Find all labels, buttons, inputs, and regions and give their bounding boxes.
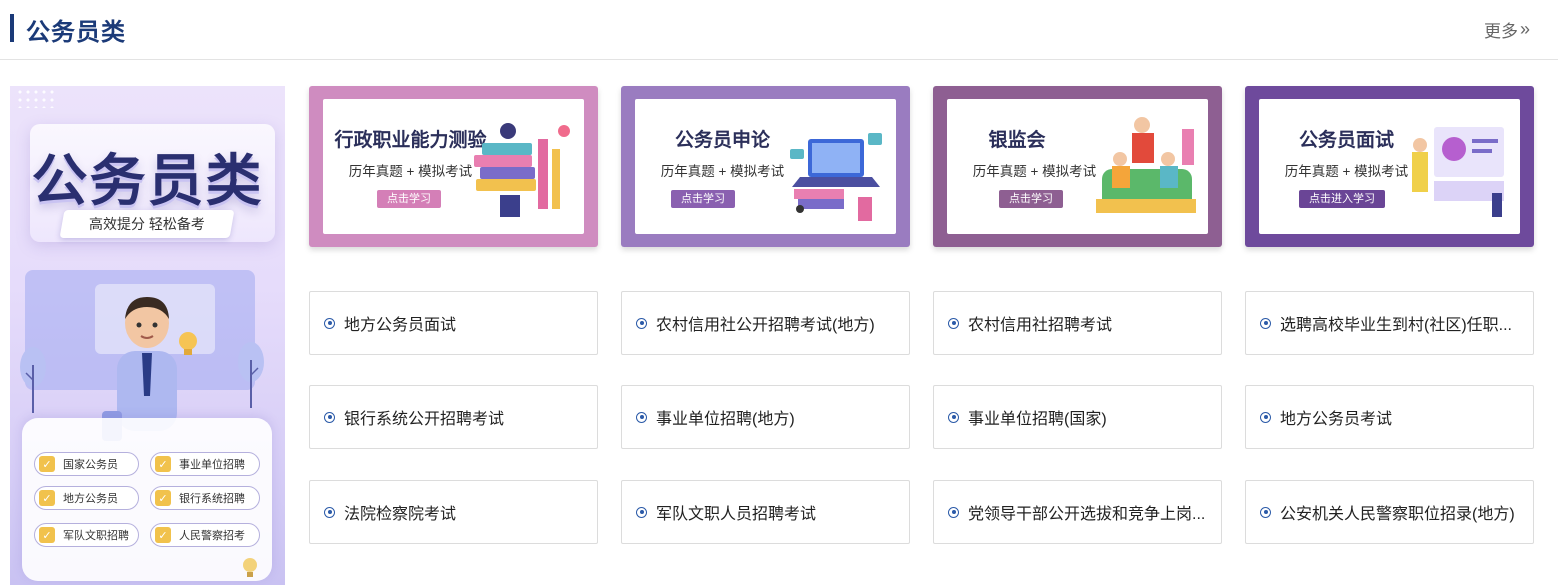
exam-link-label[interactable]: 农村信用社公开招聘考试(地方) — [656, 311, 875, 335]
more-label[interactable]: 更多 — [1484, 17, 1518, 42]
more-link[interactable]: 更多 » — [1484, 17, 1530, 42]
exam-link[interactable]: 地方公务员考试 — [1245, 385, 1534, 449]
exam-link[interactable]: 选聘高校毕业生到村(社区)任职... — [1245, 291, 1534, 355]
course-card-button[interactable]: 点击进入学习 — [1299, 190, 1385, 208]
course-card-inner: 公务员面试 历年真题 + 模拟考试 点击进入学习 — [1259, 99, 1520, 234]
presentation-illustration — [1412, 127, 1504, 217]
exam-link[interactable]: 党领导干部公开选拔和竞争上岗... — [933, 480, 1222, 544]
check-icon: ✓ — [39, 456, 55, 472]
exam-link[interactable]: 公安机关人民警察职位招录(地方) — [1245, 480, 1534, 544]
promo-tag[interactable]: ✓ 地方公务员 — [34, 486, 139, 510]
promo-title: 公务员类 — [31, 149, 264, 214]
promo-tag[interactable]: ✓ 银行系统招聘 — [150, 486, 260, 510]
exam-link[interactable]: 事业单位招聘(国家) — [933, 385, 1222, 449]
radio-dot-icon — [948, 317, 959, 329]
promo-slogan: 高效提分 轻松备考 — [59, 210, 235, 238]
course-card-button[interactable]: 点击学习 — [377, 190, 441, 208]
title-accent-bar — [10, 14, 14, 42]
section-title: 公务员类 — [26, 19, 126, 46]
check-icon: ✓ — [155, 490, 171, 506]
laptop-study-illustration — [790, 133, 882, 221]
course-card-title: 银监会 — [988, 130, 1046, 151]
exam-link-label[interactable]: 银行系统公开招聘考试 — [344, 405, 504, 429]
promo-tag-label[interactable]: 国家公务员 — [63, 456, 118, 472]
radio-dot-icon — [1260, 506, 1271, 518]
radio-dot-icon — [1260, 411, 1271, 423]
promo-tag[interactable]: ✓ 军队文职招聘 — [34, 523, 139, 547]
promo-tag-label[interactable]: 地方公务员 — [63, 490, 118, 506]
course-card-inner: 银监会 历年真题 + 模拟考试 点击学习 — [947, 99, 1208, 234]
double-chevron-right-icon[interactable]: » — [1520, 19, 1530, 40]
radio-dot-icon — [636, 317, 647, 329]
course-card-inner: 行政职业能力测验 历年真题 + 模拟考试 点击学习 — [323, 99, 584, 234]
radio-dot-icon — [324, 506, 335, 518]
exam-link-label[interactable]: 地方公务员考试 — [1280, 405, 1392, 429]
exam-link-label[interactable]: 选聘高校毕业生到村(社区)任职... — [1280, 311, 1512, 335]
dot-pattern — [16, 88, 56, 108]
exam-link[interactable]: 农村信用社招聘考试 — [933, 291, 1222, 355]
course-card-mianshi[interactable]: 公务员面试 历年真题 + 模拟考试 点击进入学习 — [1245, 86, 1534, 247]
exam-link[interactable]: 农村信用社公开招聘考试(地方) — [621, 291, 910, 355]
exam-link-label[interactable]: 地方公务员面试 — [344, 311, 456, 335]
check-icon: ✓ — [39, 527, 55, 543]
radio-dot-icon — [948, 411, 959, 423]
tree-icon — [20, 347, 46, 413]
promo-tag-label[interactable]: 人民警察招考 — [179, 527, 245, 543]
radio-dot-icon — [636, 411, 647, 423]
promo-tag-label[interactable]: 银行系统招聘 — [179, 490, 245, 506]
radio-dot-icon — [948, 506, 959, 518]
promo-tag[interactable]: ✓ 人民警察招考 — [150, 523, 260, 547]
exam-link-label[interactable]: 党领导干部公开选拔和竞争上岗... — [968, 500, 1205, 524]
exam-link-label[interactable]: 事业单位招聘(国家) — [968, 405, 1107, 429]
promo-tag-label[interactable]: 事业单位招聘 — [179, 456, 245, 472]
course-card-xingce[interactable]: 行政职业能力测验 历年真题 + 模拟考试 点击学习 — [309, 86, 598, 247]
team-meeting-illustration — [1096, 117, 1196, 213]
exam-link[interactable]: 事业单位招聘(地方) — [621, 385, 910, 449]
exam-link[interactable]: 法院检察院考试 — [309, 480, 598, 544]
check-icon: ✓ — [39, 490, 55, 506]
promo-slogan-text: 高效提分 轻松备考 — [89, 216, 205, 232]
radio-dot-icon — [636, 506, 647, 518]
exam-link-label[interactable]: 农村信用社招聘考试 — [968, 311, 1112, 335]
course-card-button[interactable]: 点击学习 — [671, 190, 735, 208]
exam-link-label[interactable]: 法院检察院考试 — [344, 500, 456, 524]
radio-dot-icon — [1260, 317, 1271, 329]
course-card-yinjianhui[interactable]: 银监会 历年真题 + 模拟考试 点击学习 — [933, 86, 1222, 247]
exam-link-label[interactable]: 军队文职人员招聘考试 — [656, 500, 816, 524]
exam-link-label[interactable]: 公安机关人民警察职位招录(地方) — [1280, 500, 1515, 524]
books-study-illustration — [474, 123, 570, 217]
course-card-shenlun[interactable]: 公务员申论 历年真题 + 模拟考试 点击学习 — [621, 86, 910, 247]
radio-dot-icon — [324, 411, 335, 423]
promo-tag[interactable]: ✓ 事业单位招聘 — [150, 452, 260, 476]
exam-link[interactable]: 军队文职人员招聘考试 — [621, 480, 910, 544]
exam-link[interactable]: 地方公务员面试 — [309, 291, 598, 355]
course-card-inner: 公务员申论 历年真题 + 模拟考试 点击学习 — [635, 99, 896, 234]
promo-banner[interactable]: 公务员类 高效提分 轻松备考 ✓ 国家公务员 ✓ 事业单位招聘 ✓ 地方公务员 … — [10, 86, 285, 585]
lightbulb-icon — [243, 558, 257, 577]
tree-icon — [238, 342, 264, 408]
check-icon: ✓ — [155, 456, 171, 472]
exam-link-label[interactable]: 事业单位招聘(地方) — [656, 405, 795, 429]
radio-dot-icon — [324, 317, 335, 329]
check-icon: ✓ — [155, 527, 171, 543]
exam-link[interactable]: 银行系统公开招聘考试 — [309, 385, 598, 449]
section-header: 公务员类 更多 » — [0, 0, 1558, 60]
promo-tag[interactable]: ✓ 国家公务员 — [34, 452, 139, 476]
promo-tag-label[interactable]: 军队文职招聘 — [63, 527, 129, 543]
course-card-button[interactable]: 点击学习 — [999, 190, 1063, 208]
